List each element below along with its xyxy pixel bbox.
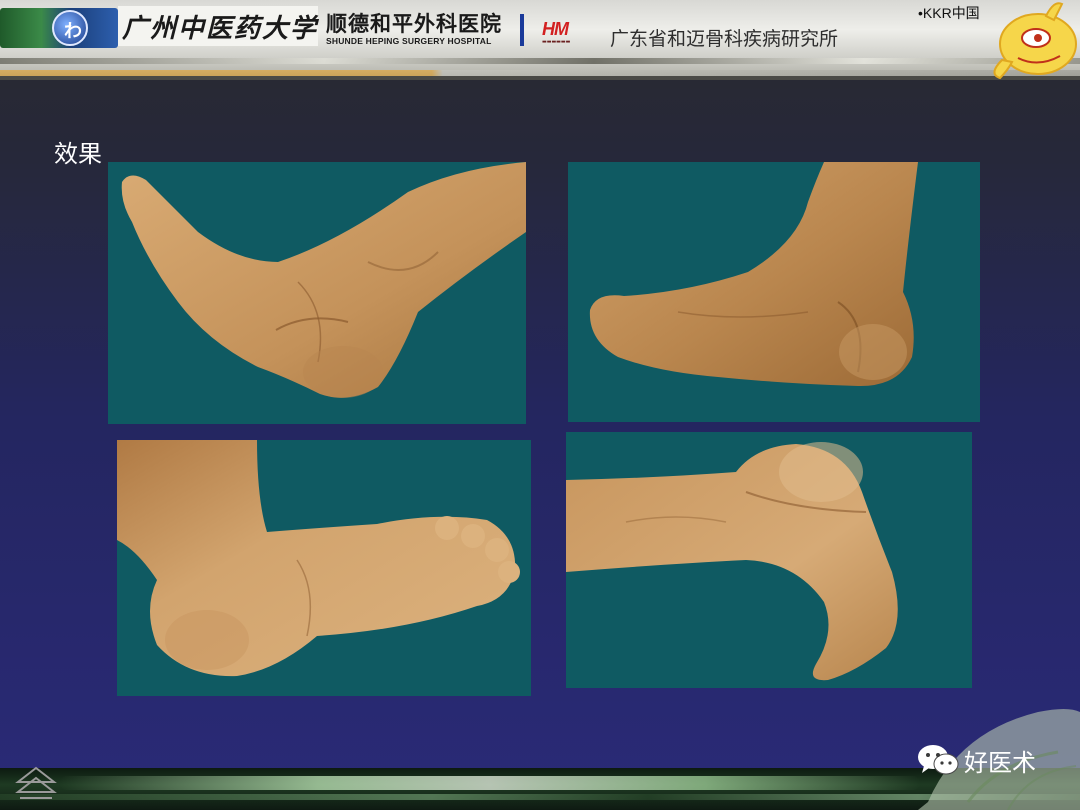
foot-lateral-photo — [568, 162, 980, 422]
institute-name: 广东省和迈骨科疾病研究所 — [610, 28, 839, 50]
foot-plantar-image — [117, 440, 520, 677]
globe-icon: わ — [52, 10, 88, 46]
hospital-logo: 顺德和平外科医院 SHUNDE HEPING SURGERY HOSPITAL — [326, 12, 518, 50]
brand-watermark: 好医术 — [916, 742, 1036, 778]
hospital-divider — [520, 14, 524, 46]
brand-name: 好医术 — [964, 748, 1036, 777]
heel-posterior-photo — [566, 432, 972, 688]
hospital-name-en: SHUNDE HEPING SURGERY HOSPITAL — [326, 36, 492, 46]
university-name: 广州中医药大学 — [122, 13, 319, 44]
hm-logo: HM ▬▬▬▬▬▬ — [542, 20, 594, 48]
foot-medial-image — [121, 162, 526, 398]
heel-posterior-image — [566, 442, 898, 681]
chevron-up-double-icon[interactable] — [14, 764, 58, 804]
banner-divider — [0, 76, 1080, 80]
foot-plantar-photo — [117, 440, 531, 696]
hm-logo-subtext: ▬▬▬▬▬▬ — [542, 39, 571, 45]
wechat-icon — [918, 745, 959, 775]
mascot-logo — [993, 2, 1077, 80]
footer-glow — [60, 776, 920, 790]
globe-logo: わ — [0, 8, 118, 48]
university-logo: 广州中医药大学 — [118, 6, 318, 46]
banner-streak — [0, 58, 1080, 64]
kkr-label: •KKR中国 — [918, 5, 980, 21]
header-banner: わ 广州中医药大学 顺德和平外科医院 SHUNDE HEPING SURGERY… — [0, 0, 1080, 80]
foot-lateral-image — [589, 162, 918, 387]
hospital-name-cn: 顺德和平外科医院 — [326, 12, 502, 36]
foot-medial-photo — [108, 162, 526, 424]
slide-title: 效果 — [54, 140, 102, 168]
hm-logo-text: HM — [542, 19, 569, 39]
